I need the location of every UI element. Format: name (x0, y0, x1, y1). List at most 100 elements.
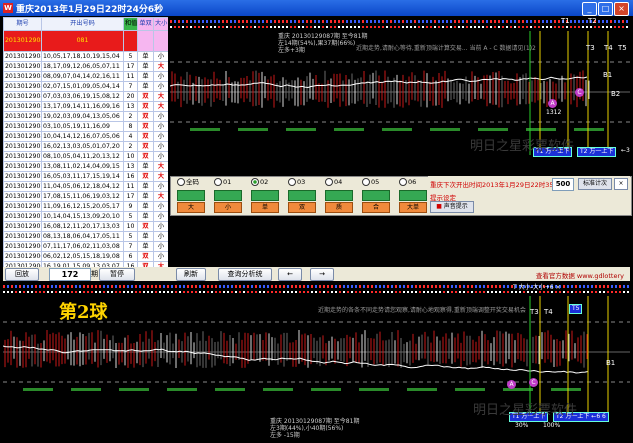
orange-toggle-2[interactable]: 单 (251, 202, 279, 213)
tick-mark (503, 291, 505, 293)
official-site-link[interactable]: 查看官方数据 www.gdlottery (536, 270, 624, 280)
row-sum: 7 (123, 81, 138, 92)
row-sum: 17 (123, 61, 138, 72)
green-toggle-3[interactable] (288, 190, 316, 201)
tick-mark (474, 26, 476, 28)
radio-icon[interactable] (214, 178, 222, 186)
radio-icon[interactable] (325, 178, 333, 186)
bottom-trend-chart[interactable]: 第2球 近期走势的各条不同走势请您观察,请耐心地观察得,重新顶端调整开奖交易机会… (3, 282, 630, 440)
table-row[interactable]: 2013012908407,03,03,06,19,15,08,1220双大 (3, 91, 168, 102)
table-row[interactable]: 2013012908313,17,09,14,11,16,09,1613双大 (3, 101, 168, 112)
current-row[interactable]: 20130129081 081 (3, 30, 168, 52)
sound-alert-button[interactable]: ■ 声音提示 (430, 201, 474, 213)
pause-button[interactable]: 暂停 (99, 268, 135, 281)
orange-toggle-5[interactable]: 合 (362, 202, 390, 213)
radio-icon[interactable] (177, 178, 185, 186)
period-count-input[interactable]: 172 (49, 268, 91, 281)
radio-icon[interactable] (399, 178, 407, 186)
orange-toggle-3[interactable]: 双 (288, 202, 316, 213)
radio-icon[interactable] (288, 178, 296, 186)
green-toggle-6[interactable] (399, 190, 427, 201)
col-numbers[interactable]: 开出号码 (41, 17, 124, 31)
top-trend-chart[interactable]: 重庆 20130129087期 至今81期 左14期(54%),果37期(66%… (170, 17, 630, 175)
ball-radio-0[interactable]: 全码 (177, 178, 199, 187)
table-row[interactable]: 2013012907311,09,16,12,15,20,05,179单小 (3, 201, 168, 212)
table-row[interactable]: 2013012906806,02,12,05,15,18,19,086双小 (3, 251, 168, 262)
table-row[interactable]: 2013012908103,10,05,19,11,16,098双小 (3, 121, 168, 132)
orange-toggle-1[interactable]: 小 (214, 202, 242, 213)
top-label-t5: T5 (618, 44, 627, 52)
green-toggle-4[interactable] (325, 190, 353, 201)
table-row[interactable]: 2013012907511,04,05,06,12,18,04,1211单小 (3, 181, 168, 192)
table-row[interactable]: 2013012907616,05,03,11,17,15,19,1416双大 (3, 171, 168, 182)
green-toggle-5[interactable] (362, 190, 390, 201)
axis-tick-label (503, 388, 533, 391)
orange-toggle-0[interactable]: 大 (177, 202, 205, 213)
minimize-button[interactable]: _ (582, 2, 597, 16)
tick-mark (286, 20, 288, 23)
ball-radio-4[interactable]: 04 (325, 178, 342, 187)
table-row[interactable]: 2013012908502,07,15,01,09,05,04,147单小 (3, 81, 168, 92)
table-row[interactable]: 2013012908219,02,03,09,04,13,05,062双小 (3, 111, 168, 122)
col-period[interactable]: 期号 (3, 17, 42, 31)
prediction-value[interactable]: 500 (552, 178, 574, 191)
next-button[interactable]: → (310, 268, 334, 281)
table-row[interactable]: 2013012907116,08,12,11,20,17,13,0310双小 (3, 221, 168, 232)
sound-alert-checkbox[interactable]: ■ (436, 203, 442, 210)
table-row[interactable]: 2013012907713,08,11,02,14,04,09,1513单大 (3, 161, 168, 172)
row-big-small: 小 (153, 151, 168, 162)
orange-toggle-6[interactable]: 大单 (399, 202, 427, 213)
marker-c[interactable]: C (575, 88, 584, 97)
tick-mark (434, 26, 436, 28)
axis-tick-label (23, 388, 53, 391)
maximize-button[interactable]: □ (598, 2, 613, 16)
bottom-marker-a[interactable]: A (507, 380, 516, 389)
table-row[interactable]: 2013012907417,08,15,11,06,19,03,1217单大 (3, 191, 168, 202)
tick-mark (263, 291, 265, 293)
table-row[interactable]: 2013012907918,17,09,12,06,05,07,1117单大 (3, 61, 168, 72)
top-label-t4: T4 (604, 44, 613, 52)
close-button[interactable]: × (614, 2, 629, 16)
radio-icon[interactable] (362, 178, 370, 186)
analysis-button[interactable]: 查询分析统 (218, 268, 272, 281)
tick-mark (526, 26, 528, 28)
tick-mark (418, 26, 420, 28)
history-table-panel[interactable]: 期号 开出号码 和值 单双 大小 20130129081 081 2013012… (3, 17, 168, 267)
tick-mark (419, 291, 421, 293)
ball-radio-2[interactable]: 02 (251, 178, 268, 187)
tick-mark (175, 285, 177, 288)
tick-mark (123, 291, 125, 293)
table-row[interactable]: 2013012907916,02,13,03,05,01,07,202双小 (3, 141, 168, 152)
orange-toggle-4[interactable]: 质 (325, 202, 353, 213)
ball-radio-5[interactable]: 05 (362, 178, 379, 187)
col-sum[interactable]: 和值 (123, 17, 138, 31)
marker-a[interactable]: A (548, 99, 557, 108)
table-row[interactable]: 2013012907210,14,04,15,13,09,20,105单小 (3, 211, 168, 222)
table-row[interactable]: 2013012907808,10,05,04,11,20,13,1210双小 (3, 151, 168, 162)
title-bar[interactable]: W 重庆2013年1月29日22时24分6秒 _ □ × (0, 0, 633, 16)
col-odd-even[interactable]: 单双 (137, 17, 154, 31)
ball-radio-3[interactable]: 03 (288, 178, 305, 187)
col-big-small[interactable]: 大小 (153, 17, 168, 31)
refresh-button[interactable]: 刷新 (176, 268, 206, 281)
green-toggle-0[interactable] (177, 190, 205, 201)
replay-button[interactable]: 回放 (5, 268, 39, 281)
standard-count-button[interactable]: 标准计次 (578, 178, 612, 190)
row-sum: 16 (123, 171, 138, 182)
tick-mark (615, 291, 617, 293)
bottom-marker-c[interactable]: C (529, 378, 538, 387)
table-row[interactable]: 2013012906907,11,17,06,02,11,03,087单小 (3, 241, 168, 252)
tick-mark (506, 20, 508, 23)
table-row[interactable]: 2013012908608,09,07,04,14,02,16,1111单小 (3, 71, 168, 82)
close-small-icon[interactable]: × (614, 178, 628, 190)
ball-radio-1[interactable]: 01 (214, 178, 231, 187)
green-toggle-2[interactable] (251, 190, 279, 201)
table-row[interactable]: 2013012908010,05,17,18,10,19,15,045单小 (3, 51, 168, 62)
table-row[interactable]: 2013012907008,13,18,06,04,17,05,115单小 (3, 231, 168, 242)
tick-mark (574, 20, 576, 23)
ball-radio-6[interactable]: 06 (399, 178, 416, 187)
table-row[interactable]: 2013012908010,04,14,12,16,07,05,064双小 (3, 131, 168, 142)
green-toggle-1[interactable] (214, 190, 242, 201)
prev-button[interactable]: ← (278, 268, 302, 281)
radio-icon[interactable] (251, 178, 259, 186)
